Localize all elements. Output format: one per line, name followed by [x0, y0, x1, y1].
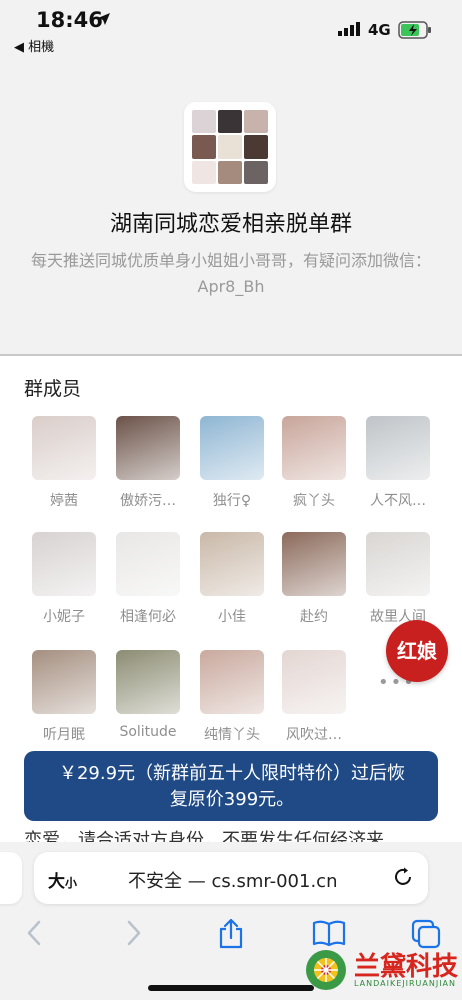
group-avatar-tile — [244, 135, 268, 159]
member-item[interactable]: 小妮子 — [22, 532, 106, 626]
member-avatar — [366, 416, 430, 480]
member-item[interactable]: 人不风… — [356, 416, 440, 510]
member-avatar — [282, 532, 346, 596]
watermark-logo: 兰黛科技 LANDAIKEJIRUANJIAN — [304, 946, 458, 996]
member-item[interactable]: 风吹过… — [272, 650, 356, 744]
battery-charging-icon — [398, 21, 431, 39]
signal-icon — [338, 22, 360, 36]
forward-icon[interactable] — [122, 918, 144, 948]
section-divider — [0, 354, 462, 356]
group-avatar-tile — [192, 135, 216, 159]
group-avatar-tile — [218, 160, 242, 184]
member-name: 独行♀ — [212, 493, 252, 509]
member-item[interactable]: 听月眠 — [22, 650, 106, 744]
group-avatar — [184, 102, 276, 192]
member-name: 婷茜 — [50, 493, 78, 509]
member-item[interactable]: 婷茜 — [22, 416, 106, 510]
member-name: Solitude — [119, 724, 177, 740]
member-name: 疯丫头 — [293, 493, 335, 509]
group-avatar-tile — [244, 110, 268, 134]
bookmarks-icon[interactable] — [312, 918, 346, 948]
status-bar: 18:46 ◀ 相機 4G — [0, 0, 462, 56]
member-item[interactable]: Solitude — [106, 650, 190, 740]
member-avatar — [32, 650, 96, 714]
member-item[interactable]: 独行♀ — [190, 416, 274, 510]
group-avatar-tile — [218, 135, 242, 159]
page-settings-button[interactable]: 大小 — [48, 867, 77, 892]
group-avatar-tile — [244, 160, 268, 184]
member-name: 纯情丫头 — [204, 727, 260, 743]
member-avatar — [200, 532, 264, 596]
group-avatar-tile — [218, 110, 242, 134]
member-item[interactable]: 疯丫头 — [272, 416, 356, 510]
member-item[interactable]: 相逢何必 — [106, 532, 190, 626]
aa-small-label: 小 — [65, 876, 78, 890]
price-line2: 复原价399元。 — [169, 789, 295, 810]
reload-icon[interactable] — [392, 866, 414, 888]
watermark-title: 兰黛科技 — [354, 952, 459, 982]
member-avatar — [116, 650, 180, 714]
group-description-line2: Apr8_Bh — [197, 277, 265, 296]
price-line1: ￥29.9元（新群前五十人限时特价）过后恢 — [58, 763, 406, 784]
member-avatar — [32, 416, 96, 480]
group-header: 湖南同城恋爱相亲脱单群 每天推送同城优质单身小姐姐小哥哥，有疑问添加微信： Ap… — [0, 56, 462, 354]
member-avatar — [200, 650, 264, 714]
member-name: 人不风… — [370, 493, 426, 509]
address-bar[interactable]: 大小 不安全 — cs.smr-001.cn — [34, 852, 428, 904]
member-item[interactable]: 小佳 — [190, 532, 274, 626]
member-item[interactable]: 故里人间 — [356, 532, 440, 626]
price-banner[interactable]: ￥29.9元（新群前五十人限时特价）过后恢 复原价399元。 — [24, 751, 438, 821]
url-text[interactable]: 不安全 — cs.smr-001.cn — [128, 867, 337, 893]
member-avatar — [32, 532, 96, 596]
member-avatar — [116, 532, 180, 596]
member-name: 小妮子 — [43, 609, 85, 625]
member-name: 赴约 — [300, 609, 328, 625]
group-avatar-grid — [192, 110, 268, 184]
member-name: 傲娇污… — [120, 493, 176, 509]
member-name: 相逢何必 — [120, 609, 176, 625]
group-description: 每天推送同城优质单身小姐姐小哥哥，有疑问添加微信： Apr8_Bh — [0, 248, 462, 300]
previous-tab-address-bar[interactable] — [0, 852, 22, 904]
group-description-line1: 每天推送同城优质单身小姐姐小哥哥，有疑问添加微信： — [30, 251, 431, 270]
member-avatar — [282, 416, 346, 480]
back-icon[interactable] — [24, 918, 46, 948]
watermark-subtitle: LANDAIKEJIRUANJIAN — [354, 979, 457, 988]
member-name: 听月眠 — [43, 727, 85, 743]
member-avatar — [366, 532, 430, 596]
member-avatar — [200, 416, 264, 480]
back-to-app-link[interactable]: ◀ 相機 — [14, 36, 54, 55]
network-type: 4G — [368, 21, 391, 39]
group-avatar-tile — [192, 110, 216, 134]
members-title: 群成员 — [24, 378, 82, 400]
price-text: ￥29.9元（新群前五十人限时特价）过后恢 复原价399元。 — [32, 761, 432, 813]
matchmaker-badge[interactable]: 红娘 — [386, 620, 448, 682]
member-item[interactable]: 傲娇污… — [106, 416, 190, 510]
aa-big-label: 大 — [48, 872, 65, 892]
status-time: 18:46 — [36, 8, 103, 32]
member-avatar — [282, 650, 346, 714]
location-arrow-icon — [98, 13, 110, 25]
group-avatar-tile — [192, 160, 216, 184]
group-title: 湖南同城恋爱相亲脱单群 — [109, 212, 352, 237]
share-icon[interactable] — [216, 918, 246, 950]
member-item[interactable]: 纯情丫头 — [190, 650, 274, 744]
home-indicator[interactable] — [148, 985, 314, 991]
member-name: 风吹过… — [286, 727, 342, 743]
member-item[interactable]: 赴约 — [272, 532, 356, 626]
member-name: 小佳 — [218, 609, 246, 625]
member-avatar — [116, 416, 180, 480]
